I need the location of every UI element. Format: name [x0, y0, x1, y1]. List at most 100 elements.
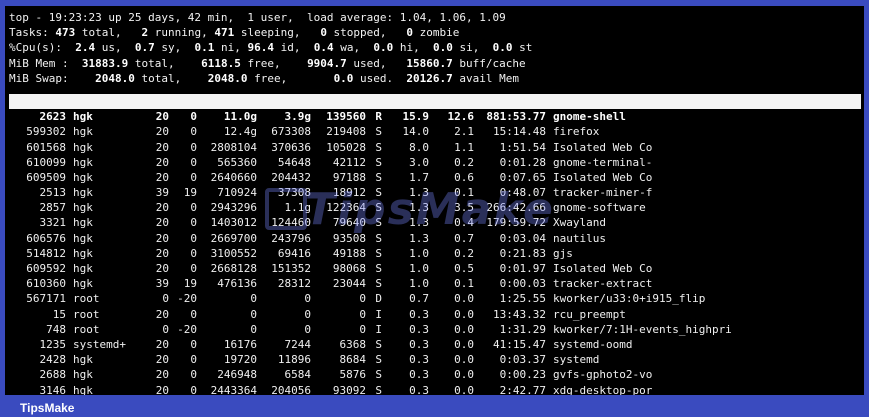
- cell-mem: 0.2: [454, 155, 474, 169]
- cell-pid: 2623: [39, 110, 67, 124]
- cell-state: S: [375, 383, 382, 396]
- cell-pid: 1235: [39, 337, 67, 351]
- cell-command: gvfs-gphoto2-vo: [553, 368, 653, 382]
- cell-mem: 0.0: [454, 307, 474, 321]
- cell-shr: 49188: [332, 246, 366, 260]
- terminal-window[interactable]: top - 19:23:23 up 25 days, 42 min, 1 use…: [5, 6, 864, 395]
- cell-user: systemd+: [73, 337, 126, 351]
- cell-pid: 3146: [39, 383, 67, 396]
- cell-time: 0:07.65: [499, 170, 546, 184]
- cell-pid: 609592: [26, 262, 66, 275]
- process-row[interactable]: 567171 root 0 -20 0 0 0 D 0.7 0.0 1:25.55 kworker/u…: [9, 291, 861, 306]
- cell-mem: 0.2: [454, 246, 474, 260]
- cell-user: hgk: [73, 140, 93, 154]
- cell-command: Isolated Web Co: [553, 262, 653, 275]
- process-row[interactable]: 606576 hgk 20 0 2669700 243796 93508 S 1.3 0.7 0:0…: [9, 231, 861, 246]
- cell-mem: 0.0: [454, 368, 474, 382]
- process-row[interactable]: 2623 hgk 20 0 11.0g 3.9g 139560 R 15.9 12.6 881:53…: [9, 109, 861, 124]
- cell-pid: 15: [52, 307, 66, 321]
- cell-shr: 0: [359, 292, 366, 306]
- process-row[interactable]: 601568 hgk 20 0 2808104 370636 105028 S 8.0 1.1 1:…: [9, 140, 861, 155]
- process-row[interactable]: 2428 hgk 20 0 19720 11896 8684 S 0.3 0.0 0:03.37 sy…: [9, 352, 861, 367]
- swap-line: MiB Swap: 2048.0 total, 2048.0 free, 0.0…: [9, 71, 520, 85]
- cell-shr: 0: [359, 322, 366, 336]
- cell-time: 2:42.77: [499, 383, 546, 396]
- cell-pr: 20: [155, 262, 169, 275]
- process-row[interactable]: 748 root 0 -20 0 0 0 I 0.3 0.0 1:31.29 kworker/7:1H…: [9, 322, 861, 337]
- cell-ni: 0: [190, 246, 197, 260]
- cell-state: S: [375, 155, 382, 169]
- cell-mem: 0.6: [454, 170, 474, 184]
- cell-time: 266:42.66: [486, 201, 546, 215]
- cell-time: 0:48.07: [499, 186, 546, 200]
- cell-ni: 0: [190, 353, 197, 367]
- cell-state: S: [375, 262, 382, 275]
- cell-ni: 0: [190, 170, 197, 184]
- cell-res: 243796: [271, 231, 311, 245]
- cell-virt: 710924: [217, 186, 257, 200]
- cell-user: hgk: [73, 262, 93, 275]
- process-row[interactable]: 2688 hgk 20 0 246948 6584 5876 S 0.3 0.0 0:00.23 gv…: [9, 367, 861, 382]
- cell-shr: 42112: [332, 155, 366, 169]
- cell-res: 673308: [271, 125, 311, 139]
- cell-user: root: [73, 322, 100, 336]
- cell-pid: 599302: [26, 125, 66, 139]
- cell-command: kworker/u33:0+i915_flip: [553, 292, 706, 306]
- cell-shr: 5876: [339, 368, 367, 382]
- cell-virt: 11.0g: [223, 110, 257, 124]
- cell-time: 0:01.97: [499, 262, 546, 275]
- cell-pid: 601568: [26, 140, 66, 154]
- cell-res: 69416: [277, 246, 311, 260]
- cell-virt: 2443364: [210, 383, 257, 396]
- cell-virt: 3100552: [210, 246, 257, 260]
- cell-time: 0:21.83: [499, 246, 546, 260]
- cell-cpu: 1.3: [409, 231, 429, 245]
- cell-time: 1:31.29: [499, 322, 546, 336]
- cell-ni: 0: [190, 231, 197, 245]
- cell-user: hgk: [73, 170, 93, 184]
- process-row[interactable]: 15 root 20 0 0 0 0 I 0.3 0.0 13:43.32 rcu_preempt: [9, 307, 861, 322]
- cell-pr: 20: [155, 368, 169, 382]
- cell-command: Isolated Web Co: [553, 140, 653, 154]
- cell-cpu: 1.3: [409, 186, 429, 200]
- cell-user: hgk: [73, 186, 93, 200]
- top-output: top - 19:23:23 up 25 days, 42 min, 1 use…: [9, 10, 861, 395]
- cell-virt: 565360: [217, 155, 257, 169]
- cell-cpu: 1.0: [409, 277, 429, 291]
- cell-pr: 20: [155, 155, 169, 169]
- process-row[interactable]: 514812 hgk 20 0 3100552 69416 49188 S 1.0 0.2 0:21…: [9, 246, 861, 261]
- cell-user: hgk: [73, 216, 93, 230]
- cell-ni: 0: [190, 125, 197, 139]
- cell-cpu: 1.0: [409, 262, 429, 275]
- cell-pid: 3321: [39, 216, 67, 230]
- cell-ni: 0: [190, 262, 197, 275]
- cell-pid: 2688: [39, 368, 67, 382]
- process-row[interactable]: 609509 hgk 20 0 2640660 204432 97188 S 1.7 0.6 0:0…: [9, 170, 861, 185]
- cell-virt: 246948: [217, 368, 257, 382]
- cell-pr: 20: [155, 383, 169, 396]
- process-row[interactable]: 599302 hgk 20 0 12.4g 673308 219408 S 14.0 2.1 15:…: [9, 124, 861, 139]
- cell-state: S: [375, 353, 382, 367]
- process-row[interactable]: 1235 systemd+ 20 0 16176 7244 6368 S 0.3 0.0 41:15…: [9, 337, 861, 352]
- process-row[interactable]: 2857 hgk 20 0 2943296 1.1g 122364 S 1.3 3.5 266:42…: [9, 200, 861, 215]
- process-row[interactable]: 2513 hgk 39 19 710924 37308 18912 S 1.3 0.1 0:48.0…: [9, 185, 861, 200]
- cell-pid: 2857: [39, 201, 67, 215]
- process-row[interactable]: 610099 hgk 20 0 565360 54648 42112 S 3.0 0.2 0:01.…: [9, 155, 861, 170]
- cell-cpu: 14.0: [402, 125, 430, 139]
- cell-shr: 79640: [332, 216, 366, 230]
- cell-command: systemd-oomd: [553, 337, 633, 351]
- cell-pr: 20: [155, 353, 169, 367]
- process-row[interactable]: 609592 hgk 20 0 2668128 151352 98068 S 1.0 0.5 0:0…: [9, 261, 861, 276]
- cell-shr: 219408: [326, 125, 366, 139]
- cell-user: root: [73, 307, 100, 321]
- cell-res: 28312: [277, 277, 311, 291]
- cell-shr: 122364: [326, 201, 366, 215]
- process-row[interactable]: 3321 hgk 20 0 1403012 124460 79640 S 1.3 0.4 179:5…: [9, 215, 861, 230]
- cell-res: 3.9g: [284, 110, 312, 124]
- cell-mem: 0.5: [454, 262, 474, 275]
- cell-mem: 0.1: [454, 186, 474, 200]
- process-row[interactable]: 610360 hgk 39 19 476136 28312 23044 S 1.0 0.1 0:00…: [9, 276, 861, 291]
- cell-mem: 3.5: [454, 201, 474, 215]
- process-row[interactable]: 3146 hgk 20 0 2443364 204056 93092 S 0.3 0.0 2:42.…: [9, 383, 861, 396]
- cell-cpu: 1.0: [409, 246, 429, 260]
